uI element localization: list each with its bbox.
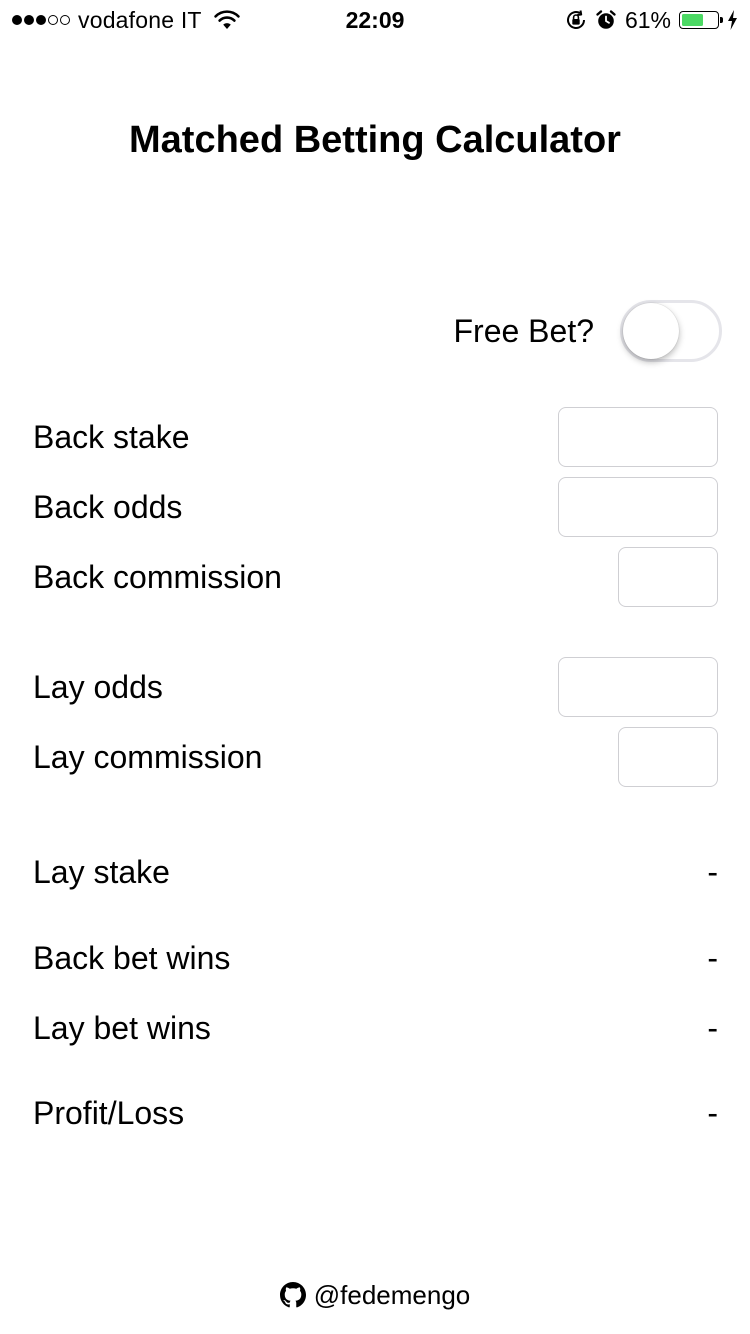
free-bet-row: Free Bet? bbox=[453, 300, 722, 362]
back-stake-label: Back stake bbox=[33, 418, 190, 455]
footer: @fedemengo bbox=[0, 1278, 750, 1312]
back-commission-input[interactable] bbox=[618, 547, 718, 607]
back-odds-input[interactable] bbox=[558, 477, 718, 537]
back-bet-wins-value: - bbox=[707, 939, 718, 976]
back-stake-input[interactable] bbox=[558, 407, 718, 467]
lay-stake-label: Lay stake bbox=[33, 853, 170, 890]
lay-bet-wins-result: Lay bet wins - bbox=[33, 1003, 718, 1053]
lay-commission-input[interactable] bbox=[618, 727, 718, 787]
back-odds-row: Back odds bbox=[33, 477, 718, 537]
lay-odds-input[interactable] bbox=[558, 657, 718, 717]
alarm-icon bbox=[596, 10, 616, 29]
battery-level bbox=[682, 14, 703, 26]
github-icon[interactable] bbox=[279, 1282, 306, 1308]
back-bet-wins-label: Back bet wins bbox=[33, 939, 231, 976]
battery-tip bbox=[720, 17, 723, 23]
back-commission-row: Back commission bbox=[33, 547, 718, 607]
status-bar: vodafone IT 22:09 61% bbox=[0, 0, 750, 40]
lay-commission-row: Lay commission bbox=[33, 727, 718, 787]
lay-stake-value: - bbox=[707, 853, 718, 890]
toggle-knob[interactable] bbox=[623, 303, 679, 359]
lay-commission-label: Lay commission bbox=[33, 738, 263, 775]
profit-loss-result: Profit/Loss - bbox=[33, 1088, 718, 1138]
page-title: Matched Betting Calculator bbox=[129, 119, 621, 161]
charging-bolt-icon bbox=[728, 10, 737, 30]
lay-odds-label: Lay odds bbox=[33, 668, 163, 705]
lay-stake-result: Lay stake - bbox=[33, 847, 718, 897]
orientation-lock-icon bbox=[566, 10, 585, 29]
back-stake-row: Back stake bbox=[33, 407, 718, 467]
back-odds-label: Back odds bbox=[33, 488, 183, 525]
profit-loss-label: Profit/Loss bbox=[33, 1094, 185, 1131]
github-handle-link[interactable]: @fedemengo bbox=[314, 1280, 471, 1311]
lay-bet-wins-value: - bbox=[707, 1009, 718, 1046]
free-bet-toggle[interactable] bbox=[620, 300, 722, 362]
lay-bet-wins-label: Lay bet wins bbox=[33, 1009, 211, 1046]
lay-odds-row: Lay odds bbox=[33, 657, 718, 717]
profit-loss-value: - bbox=[707, 1094, 718, 1131]
back-bet-wins-result: Back bet wins - bbox=[33, 933, 718, 983]
battery-icon bbox=[679, 11, 723, 29]
battery-percent: 61% bbox=[624, 6, 671, 33]
back-commission-label: Back commission bbox=[33, 558, 282, 595]
status-bar-right: 61% bbox=[565, 6, 738, 34]
free-bet-label: Free Bet? bbox=[453, 312, 594, 349]
